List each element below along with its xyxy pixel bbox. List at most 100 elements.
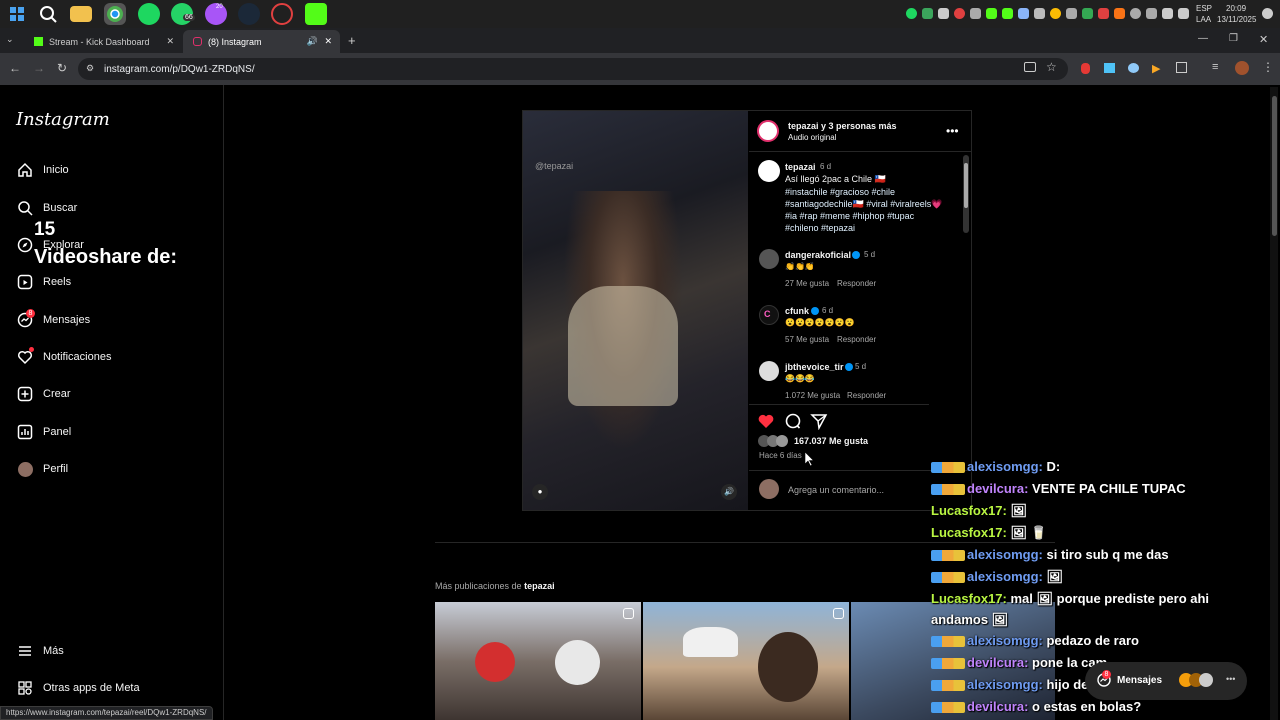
- app-icon[interactable]: [271, 3, 293, 25]
- kick-icon[interactable]: [305, 3, 327, 25]
- share-icon[interactable]: [810, 412, 828, 435]
- tab-instagram[interactable]: (8) Instagram 🔊 ✕: [183, 30, 340, 53]
- tray-icon[interactable]: [1130, 8, 1141, 19]
- author-avatar[interactable]: [757, 120, 779, 142]
- post-thumbnail[interactable]: [435, 602, 641, 720]
- windows-start-icon[interactable]: [6, 3, 28, 25]
- tray-icon[interactable]: [1146, 8, 1157, 19]
- comment-likes[interactable]: 27 Me gusta: [785, 279, 829, 288]
- likes-count[interactable]: 167.037 Me gusta: [794, 436, 868, 446]
- comment-likes[interactable]: 57 Me gusta: [785, 335, 829, 344]
- notifications-icon[interactable]: [1262, 8, 1273, 19]
- instagram-logo[interactable]: Instagram: [16, 109, 110, 130]
- sidebar-item-perfil[interactable]: Perfil: [16, 457, 68, 481]
- extensions-puzzle-icon[interactable]: [1176, 62, 1187, 73]
- search-icon[interactable]: [37, 3, 59, 25]
- language-indicator[interactable]: ESP: [1196, 4, 1212, 13]
- more-posts-user[interactable]: tepazai: [524, 581, 555, 591]
- sidebar-item-crear[interactable]: Crear: [16, 382, 71, 406]
- new-tab-button[interactable]: +: [348, 33, 356, 48]
- tray-icon[interactable]: [1002, 8, 1013, 19]
- scrollbar-thumb[interactable]: [964, 163, 968, 208]
- wifi-icon[interactable]: [1162, 8, 1173, 19]
- volume-icon[interactable]: [1178, 8, 1189, 19]
- extension-icon[interactable]: [1128, 63, 1139, 73]
- profile-avatar[interactable]: [1235, 61, 1249, 75]
- maximize-icon[interactable]: ❐: [1229, 33, 1238, 44]
- bookmark-star-icon[interactable]: ☆: [1046, 60, 1057, 74]
- extension-icon[interactable]: [1081, 63, 1090, 74]
- discord-tray-icon[interactable]: [938, 8, 949, 19]
- tray-icon[interactable]: [1066, 8, 1077, 19]
- forward-icon[interactable]: →: [33, 61, 45, 75]
- sidebar-item-reels[interactable]: Reels: [16, 270, 71, 294]
- more-options-icon[interactable]: •••: [1226, 674, 1235, 684]
- minimize-icon[interactable]: —: [1198, 33, 1208, 44]
- reply-button[interactable]: Responder: [837, 279, 876, 288]
- tray-icon[interactable]: [1098, 8, 1109, 19]
- kick-tray-icon[interactable]: [986, 8, 997, 19]
- sidebar-item-meta-apps[interactable]: Otras apps de Meta: [16, 676, 140, 700]
- reload-icon[interactable]: ↻: [57, 61, 67, 75]
- tray-icon[interactable]: [1114, 8, 1125, 19]
- menu-dots-icon[interactable]: ⋮: [1262, 60, 1274, 74]
- clock-time[interactable]: 20:09: [1226, 4, 1246, 13]
- chat-message: alexisomgg: 🖼: [931, 569, 1063, 585]
- comment-avatar[interactable]: [759, 249, 779, 269]
- spotify-tray-icon[interactable]: [906, 8, 917, 19]
- sidebar-item-panel[interactable]: Panel: [16, 420, 71, 444]
- tray-icon[interactable]: [954, 8, 965, 19]
- post-video[interactable]: @tepazai ● 🔊: [523, 111, 748, 510]
- mute-icon[interactable]: 🔊: [721, 484, 737, 500]
- sidebar-item-inicio[interactable]: Inicio: [16, 158, 69, 182]
- tray-icon[interactable]: [1018, 8, 1029, 19]
- chrome-icon[interactable]: [104, 3, 126, 25]
- speaker-icon[interactable]: 🔊: [307, 36, 318, 47]
- file-explorer-icon[interactable]: [70, 6, 92, 22]
- comment-user[interactable]: dangerakoficial: [785, 250, 851, 260]
- close-icon[interactable]: ✕: [324, 36, 332, 47]
- url-text[interactable]: instagram.com/p/DQw1-ZRDqNS/: [104, 64, 255, 75]
- close-icon[interactable]: ✕: [166, 36, 174, 47]
- post-thumbnail[interactable]: [643, 602, 849, 720]
- more-options-icon[interactable]: •••: [946, 124, 959, 138]
- caption-avatar[interactable]: [758, 160, 780, 182]
- verified-icon: [811, 307, 819, 315]
- tray-icon[interactable]: [1034, 8, 1045, 19]
- post-header-user[interactable]: tepazai y 3 personas más: [788, 121, 897, 131]
- tray-icon[interactable]: [1050, 8, 1061, 19]
- site-info-icon[interactable]: ⚙: [86, 63, 94, 74]
- caption-hashtags[interactable]: #instachile #gracioso #chile #santiagode…: [785, 186, 948, 234]
- reply-button[interactable]: Responder: [837, 335, 876, 344]
- comment-avatar[interactable]: [759, 361, 779, 381]
- comments-scrollbar[interactable]: [963, 155, 969, 233]
- comment-input[interactable]: Agrega un comentario...: [788, 485, 884, 495]
- sidebar-item-buscar[interactable]: Buscar: [16, 196, 77, 220]
- reply-button[interactable]: Responder: [847, 391, 886, 400]
- tab-search-icon[interactable]: ⌄: [6, 34, 20, 48]
- status-url: https://www.instagram.com/tepazai/reel/D…: [6, 708, 207, 717]
- comment-icon[interactable]: [784, 412, 802, 435]
- comment-user[interactable]: cfunk: [785, 306, 809, 316]
- tray-icon[interactable]: [922, 8, 933, 19]
- tab-kick-dashboard[interactable]: Stream - Kick Dashboard ✕: [24, 30, 182, 53]
- back-icon[interactable]: ←: [9, 61, 21, 75]
- reading-list-icon[interactable]: ≡: [1212, 61, 1218, 73]
- extension-icon[interactable]: [1104, 63, 1115, 73]
- like-heart-icon[interactable]: [757, 412, 775, 435]
- comment-age: 5 d: [864, 250, 876, 259]
- window-close-icon[interactable]: ✕: [1259, 33, 1268, 46]
- user-tag-icon[interactable]: ●: [532, 484, 548, 500]
- comment-likes[interactable]: 1.072 Me gusta: [785, 391, 840, 400]
- steam-icon[interactable]: [238, 3, 260, 25]
- tray-icon[interactable]: [1082, 8, 1093, 19]
- extension-icon[interactable]: ▶: [1152, 62, 1160, 75]
- spotify-icon[interactable]: [138, 3, 160, 25]
- comment-user[interactable]: jbthevoice_tir: [785, 362, 844, 372]
- page-scrollbar-thumb[interactable]: [1272, 96, 1277, 236]
- tray-icon[interactable]: [970, 8, 981, 19]
- post-header-audio[interactable]: Audio original: [788, 133, 836, 142]
- caption-user[interactable]: tepazai: [785, 162, 816, 172]
- sidebar-item-mas[interactable]: Más: [16, 639, 64, 663]
- install-app-icon[interactable]: [1024, 62, 1036, 72]
